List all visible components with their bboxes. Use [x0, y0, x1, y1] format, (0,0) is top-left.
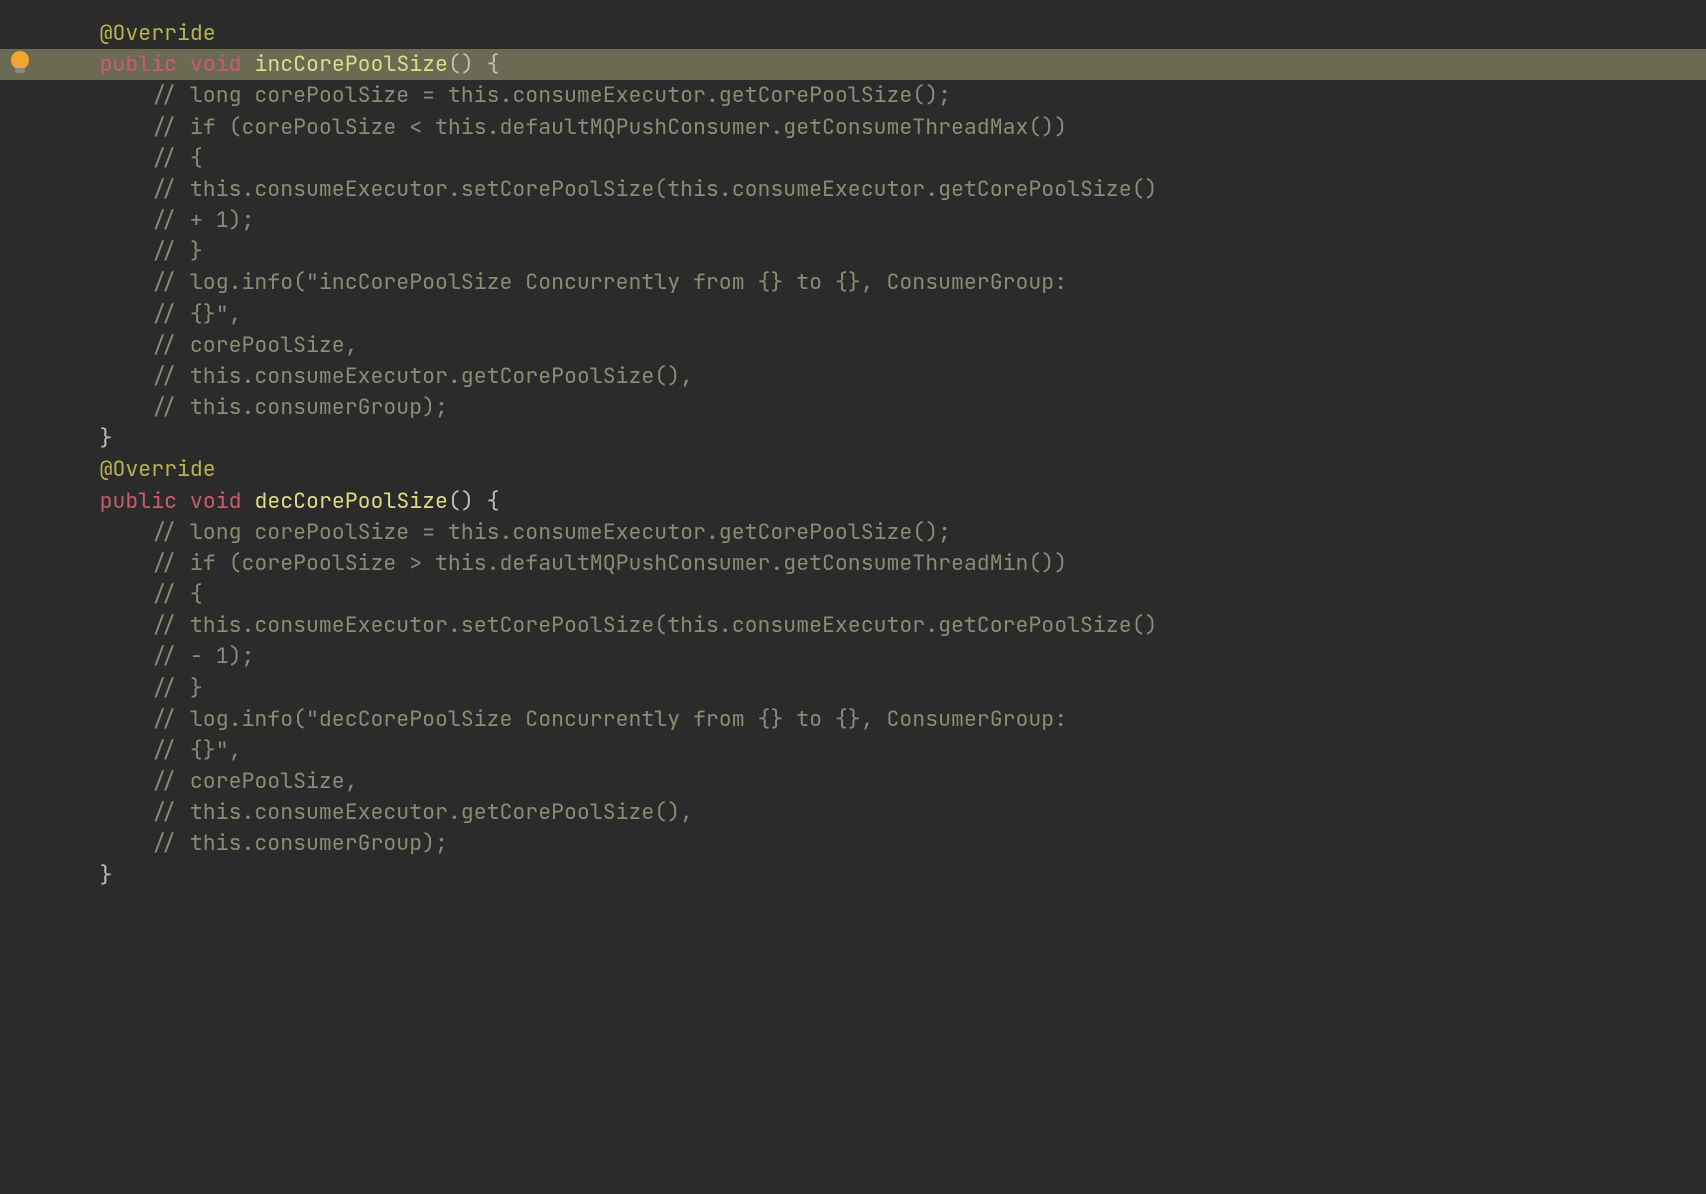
comment: // this.consumerGroup); — [48, 393, 448, 421]
indent — [48, 424, 100, 452]
comment: // this.consumeExecutor.setCorePoolSize(… — [48, 611, 1157, 639]
code-line[interactable]: // log.info("incCorePoolSize Concurrentl… — [0, 267, 1706, 298]
code-line[interactable]: // this.consumeExecutor.getCorePoolSize(… — [0, 361, 1706, 392]
code-line[interactable]: // {}", — [0, 735, 1706, 766]
code-line[interactable]: // { — [0, 143, 1706, 174]
code-line[interactable]: } — [0, 860, 1706, 891]
comment: // this.consumeExecutor.getCorePoolSize(… — [48, 362, 693, 390]
indent — [48, 455, 100, 483]
code-line[interactable]: // this.consumerGroup); — [0, 828, 1706, 859]
comment: // corePoolSize, — [48, 767, 358, 795]
code-line[interactable]: // + 1); — [0, 205, 1706, 236]
code-line[interactable]: // corePoolSize, — [0, 330, 1706, 361]
comment: // this.consumerGroup); — [48, 829, 448, 857]
close-brace: } — [100, 424, 113, 452]
code-line[interactable]: // this.consumerGroup); — [0, 392, 1706, 423]
parentheses: () — [448, 487, 474, 515]
space — [474, 487, 487, 515]
comment: // {}", — [48, 736, 242, 764]
keyword-public: public — [100, 50, 177, 78]
annotation: @Override — [100, 455, 216, 483]
code-line[interactable]: // } — [0, 236, 1706, 267]
intention-bulb-icon[interactable] — [10, 50, 30, 70]
code-line[interactable]: // {}", — [0, 299, 1706, 330]
space — [177, 487, 190, 515]
comment: // {}", — [48, 300, 242, 328]
comment: // long corePoolSize = this.consumeExecu… — [48, 518, 951, 546]
code-line[interactable]: // this.consumeExecutor.setCorePoolSize(… — [0, 610, 1706, 641]
code-line[interactable]: } — [0, 423, 1706, 454]
comment: // this.consumeExecutor.getCorePoolSize(… — [48, 798, 693, 826]
comment: // this.consumeExecutor.setCorePoolSize(… — [48, 175, 1157, 203]
code-line[interactable]: public void decCorePoolSize() { — [0, 486, 1706, 517]
code-line[interactable]: // log.info("decCorePoolSize Concurrentl… — [0, 704, 1706, 735]
indent — [48, 19, 100, 47]
annotation: @Override — [100, 19, 216, 47]
parentheses: () — [448, 50, 474, 78]
method-name: incCorePoolSize — [254, 50, 448, 78]
code-line[interactable]: // } — [0, 673, 1706, 704]
comment: // { — [48, 144, 203, 172]
comment: // corePoolSize, — [48, 331, 358, 359]
comment: // { — [48, 580, 203, 608]
comment: // long corePoolSize = this.consumeExecu… — [48, 81, 951, 109]
space — [242, 487, 255, 515]
comment: // - 1); — [48, 642, 254, 670]
keyword-void: void — [190, 487, 242, 515]
comment: // log.info("incCorePoolSize Concurrentl… — [48, 268, 1067, 296]
comment: // if (corePoolSize < this.defaultMQPush… — [48, 113, 1067, 141]
code-line[interactable]: // this.consumeExecutor.getCorePoolSize(… — [0, 797, 1706, 828]
method-name: decCorePoolSize — [254, 487, 448, 515]
space — [242, 50, 255, 78]
open-brace: { — [487, 50, 500, 78]
code-editor[interactable]: @Override public void incCorePoolSize() … — [0, 0, 1706, 891]
comment: // if (corePoolSize > this.defaultMQPush… — [48, 549, 1067, 577]
code-line[interactable]: // if (corePoolSize < this.defaultMQPush… — [0, 112, 1706, 143]
comment: // } — [48, 674, 203, 702]
keyword-public: public — [100, 487, 177, 515]
code-line[interactable]: // - 1); — [0, 641, 1706, 672]
code-line[interactable]: // long corePoolSize = this.consumeExecu… — [0, 80, 1706, 111]
keyword-void: void — [190, 50, 242, 78]
comment: // } — [48, 237, 203, 265]
space — [474, 50, 487, 78]
comment: // log.info("decCorePoolSize Concurrentl… — [48, 705, 1067, 733]
close-brace: } — [100, 861, 113, 889]
code-line[interactable]: // this.consumeExecutor.setCorePoolSize(… — [0, 174, 1706, 205]
open-brace: { — [487, 487, 500, 515]
code-line[interactable]: // corePoolSize, — [0, 766, 1706, 797]
space — [177, 50, 190, 78]
indent — [48, 861, 100, 889]
code-line[interactable]: @Override — [0, 18, 1706, 49]
code-line-highlighted[interactable]: public void incCorePoolSize() { — [0, 49, 1706, 80]
comment: // + 1); — [48, 206, 254, 234]
code-line[interactable]: @Override — [0, 454, 1706, 485]
indent — [48, 487, 100, 515]
code-line[interactable]: // { — [0, 579, 1706, 610]
code-line[interactable]: // if (corePoolSize > this.defaultMQPush… — [0, 548, 1706, 579]
indent — [48, 50, 100, 78]
code-line[interactable]: // long corePoolSize = this.consumeExecu… — [0, 517, 1706, 548]
